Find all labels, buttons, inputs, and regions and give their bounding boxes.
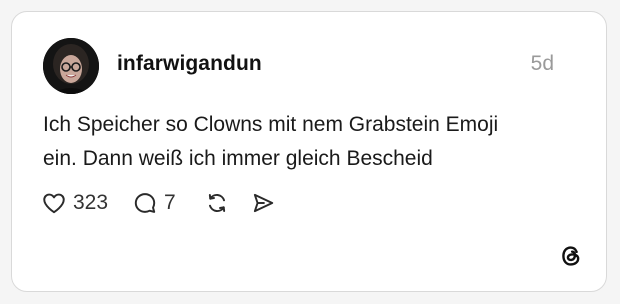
reply-button[interactable]: 7 <box>132 190 176 216</box>
paper-plane-icon <box>250 190 276 216</box>
speech-bubble-icon <box>132 190 158 216</box>
threads-logo-icon[interactable] <box>558 243 584 269</box>
username[interactable]: infarwigandun <box>117 52 262 76</box>
share-button[interactable] <box>250 190 276 216</box>
like-button[interactable]: 323 <box>41 190 108 216</box>
post-text-line: Ich Speicher so Clowns mit nem Grabstein… <box>43 113 499 136</box>
repost-arrows-icon <box>204 190 230 216</box>
like-count: 323 <box>73 191 109 214</box>
repost-button[interactable] <box>204 190 230 216</box>
post-card: infarwigandun 5d Ich Speicher so Clowns … <box>11 11 607 292</box>
reply-count: 7 <box>164 191 176 214</box>
heart-icon <box>41 190 67 216</box>
post-timestamp[interactable]: 5d <box>531 52 554 76</box>
action-bar: 323 7 <box>41 188 276 218</box>
post-text: Ich Speicher so Clowns mit nem Grabstein… <box>43 108 563 176</box>
post-text-line: ein. Dann weiß ich immer gleich Bescheid <box>43 147 433 170</box>
avatar[interactable] <box>43 38 99 94</box>
